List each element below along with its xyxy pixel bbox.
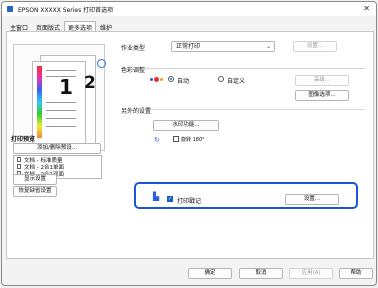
divider <box>151 109 365 110</box>
window-title: EPSON XXXXX Series 打印首选项 <box>18 6 114 14</box>
job-type-value: 正常打印 <box>176 43 201 50</box>
color-correction-label: 色彩调整 <box>121 67 146 74</box>
job-type-settings-button[interactable]: 设置... <box>293 41 337 52</box>
watermark-button[interactable]: 水印功能... <box>153 120 219 131</box>
text-line <box>46 70 76 71</box>
apply-button[interactable]: 应用(A) <box>289 268 333 279</box>
printer-icon <box>7 6 13 12</box>
highlight-box <box>134 182 358 209</box>
text-line <box>46 110 76 111</box>
add-remove-presets-button[interactable]: 添加/删除预设... <box>13 143 101 154</box>
additional-settings-label: 另外的设置 <box>121 108 152 115</box>
job-type-select[interactable]: 正常打印 ⌄ <box>171 41 275 52</box>
restore-defaults-button[interactable]: 恢复缺省设置 <box>13 186 57 197</box>
custom-radio[interactable] <box>218 76 224 82</box>
print-preview-label: 打印预览 <box>11 136 36 143</box>
more-options-panel: 1 2 打印预览 添加/删除预设... 文档 - 标准质量 文档 - 2合1单面… <box>6 31 374 259</box>
text-line <box>46 102 76 103</box>
text-line <box>46 118 76 119</box>
ok-button[interactable]: 确定 <box>188 268 232 279</box>
auto-radio[interactable] <box>168 76 174 82</box>
close-icon[interactable]: ✕ <box>363 4 370 13</box>
custom-label: 自定义 <box>227 78 246 85</box>
rotate-checkbox[interactable] <box>173 136 179 142</box>
color-dots-icon <box>150 77 164 82</box>
job-type-label: 作业类型 <box>121 45 146 52</box>
image-options-button[interactable]: 图像选项... <box>295 90 349 101</box>
document-icon <box>17 164 21 169</box>
show-settings-button[interactable]: 显示设置 <box>13 174 57 185</box>
text-line <box>46 126 76 127</box>
chevron-down-icon: ⌄ <box>265 43 271 50</box>
page-number-2: 2 <box>84 73 96 93</box>
color-bar <box>37 66 42 138</box>
auto-label: 自动 <box>177 78 190 85</box>
title-bar: EPSON XXXXX Series 打印首选项 ✕ <box>2 2 376 16</box>
document-icon <box>17 157 21 162</box>
settings-badge-icon <box>97 59 106 68</box>
advanced-button[interactable]: 高级... <box>295 75 349 86</box>
cancel-button[interactable]: 取消 <box>239 268 283 279</box>
page-number-1: 1 <box>59 75 73 99</box>
printer-preferences-window: EPSON XXXXX Series 打印首选项 ✕ 主窗口 页面版式 更多选项… <box>1 1 377 286</box>
rotate-label: 旋转 180° <box>181 137 205 143</box>
divider <box>143 68 365 69</box>
rotate-icon: ↻ <box>154 136 160 144</box>
help-button[interactable]: 帮助 <box>339 268 373 279</box>
